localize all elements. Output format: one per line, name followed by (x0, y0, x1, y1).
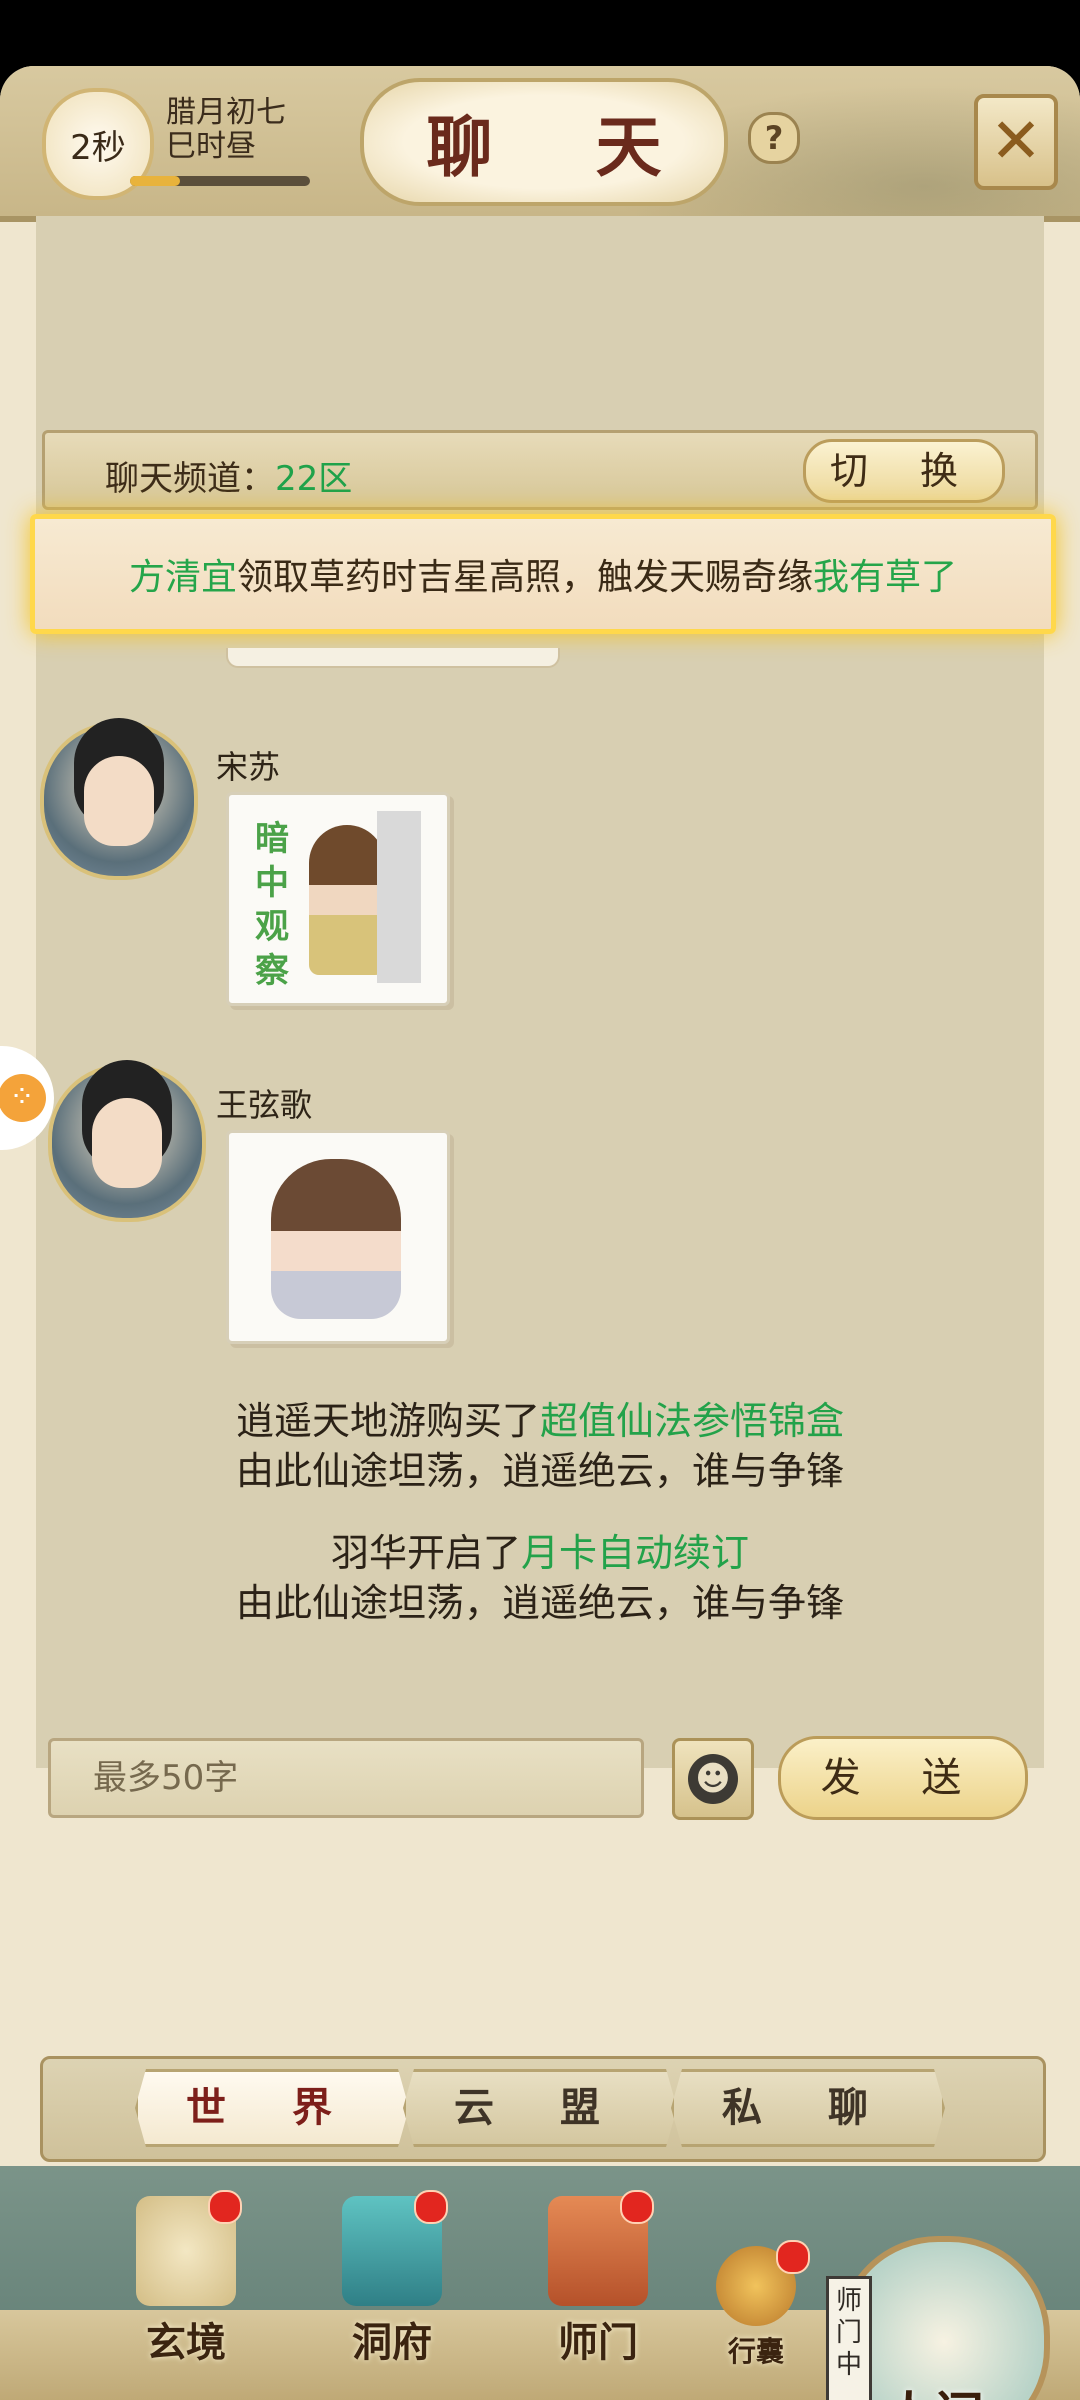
sticker-character (271, 1159, 401, 1319)
sticker-character (309, 825, 385, 975)
announcement-player[interactable]: 方清宜 (129, 548, 237, 600)
notification-dot (776, 2240, 810, 2274)
system-message: 逍遥天地游购买了超值仙法参悟锦盒 由此仙途坦荡，逍遥绝云，谁与争锋 (36, 1396, 1044, 1496)
tab-world[interactable]: 世 界 (135, 2069, 409, 2147)
system-message-line2: 由此仙途坦荡，逍遥绝云，谁与争锋 (235, 1581, 844, 1625)
page-title-plaque: 聊 天 (360, 78, 728, 206)
system-message-line1: 羽华开启了月卡自动续订 (36, 1528, 1044, 1578)
announcement-banner: 方清宜 领取草药时吉星高照，触发天赐奇缘 我有草了 (30, 514, 1056, 634)
nav-label: 师门 (558, 2319, 638, 2366)
date-line1: 腊月初七 (166, 95, 286, 130)
sticker-message[interactable] (226, 1130, 450, 1344)
system-message-line2: 由此仙途坦荡，逍遥绝云，谁与争锋 (235, 1449, 844, 1493)
nav-dongfu[interactable]: 洞府 (322, 2190, 462, 2386)
timer-text: 2秒 (70, 127, 126, 168)
sect-status-tag: 师门中 (826, 2276, 872, 2400)
system-message-item[interactable]: 月卡自动续订 (521, 1531, 749, 1575)
world-label: 人间 (884, 2376, 984, 2400)
close-button[interactable]: ✕ (974, 94, 1058, 190)
nav-label: 行囊 (727, 2335, 784, 2368)
channel-tabs: 世 界 云 盟 私 聊 (40, 2056, 1046, 2162)
time-progress-bar (130, 176, 310, 186)
channel-label-text: 聊天频道： (105, 459, 275, 499)
nav-shimen[interactable]: 师门 (528, 2190, 668, 2386)
notification-dot (620, 2190, 654, 2224)
switch-channel-button[interactable]: 切 换 (803, 439, 1005, 503)
sticker-caption: 暗中观察 (255, 819, 289, 991)
send-button[interactable]: 发 送 (778, 1736, 1028, 1820)
close-icon: ✕ (990, 104, 1042, 177)
time-progress-fill (130, 176, 181, 186)
sticker-message[interactable]: 暗中观察 (226, 792, 450, 1006)
system-message: 羽华开启了月卡自动续订 由此仙途坦荡，逍遥绝云，谁与争锋 (36, 1528, 1044, 1628)
avatar[interactable] (40, 722, 198, 880)
avatar-face (92, 1098, 162, 1188)
nav-bag[interactable]: 行囊 (696, 2240, 816, 2400)
message-username: 宋苏 (216, 748, 281, 786)
nav-label: 洞府 (352, 2319, 432, 2366)
page-title: 聊 天 (426, 108, 702, 186)
previous-message-bubble (226, 648, 560, 668)
date-line2: 巳时昼 (166, 129, 256, 164)
channel-bar: 聊天频道：22区 切 换 (42, 430, 1038, 510)
message-input[interactable] (91, 1751, 595, 1805)
game-date: 腊月初七 巳时昼 (166, 96, 286, 164)
announcement-text: 领取草药时吉星高照，触发天赐奇缘 (236, 557, 813, 598)
system-message-item[interactable]: 超值仙法参悟锦盒 (540, 1399, 844, 1443)
avatar-face (84, 756, 154, 846)
notification-dot (414, 2190, 448, 2224)
emoji-button[interactable]: ☻ (672, 1738, 754, 1820)
chat-window: 2秒 腊月初七 巳时昼 聊 天 ? ✕ 聊天频道：22区 切 换 方清宜 领取草药… (0, 66, 1080, 2400)
header-bar: 2秒 腊月初七 巳时昼 聊 天 ? ✕ (0, 66, 1080, 222)
help-button[interactable]: ? (748, 112, 800, 164)
avatar[interactable] (48, 1064, 206, 1222)
nav-label: 玄境 (146, 2319, 226, 2366)
message-username: 王弦歌 (216, 1086, 313, 1124)
tab-private[interactable]: 私 聊 (671, 2069, 945, 2147)
system-message-line1: 逍遥天地游购买了超值仙法参悟锦盒 (36, 1396, 1044, 1446)
system-message-prefix: 逍遥天地游购买了 (235, 1399, 540, 1443)
announcement-reward[interactable]: 我有草了 (813, 548, 957, 600)
system-message-prefix: 羽华开启了 (330, 1531, 521, 1575)
message-input-box[interactable] (48, 1738, 644, 1818)
smiley-icon: ☻ (688, 1754, 738, 1804)
cookie-icon: ⁘ (0, 1074, 46, 1122)
nav-xuanjing[interactable]: 玄境 (116, 2190, 256, 2386)
channel-zone: 22区 (275, 459, 353, 499)
notification-dot (208, 2190, 242, 2224)
tab-alliance[interactable]: 云 盟 (403, 2069, 677, 2147)
channel-label: 聊天频道：22区 (105, 451, 352, 500)
sticker-wall (377, 811, 421, 983)
